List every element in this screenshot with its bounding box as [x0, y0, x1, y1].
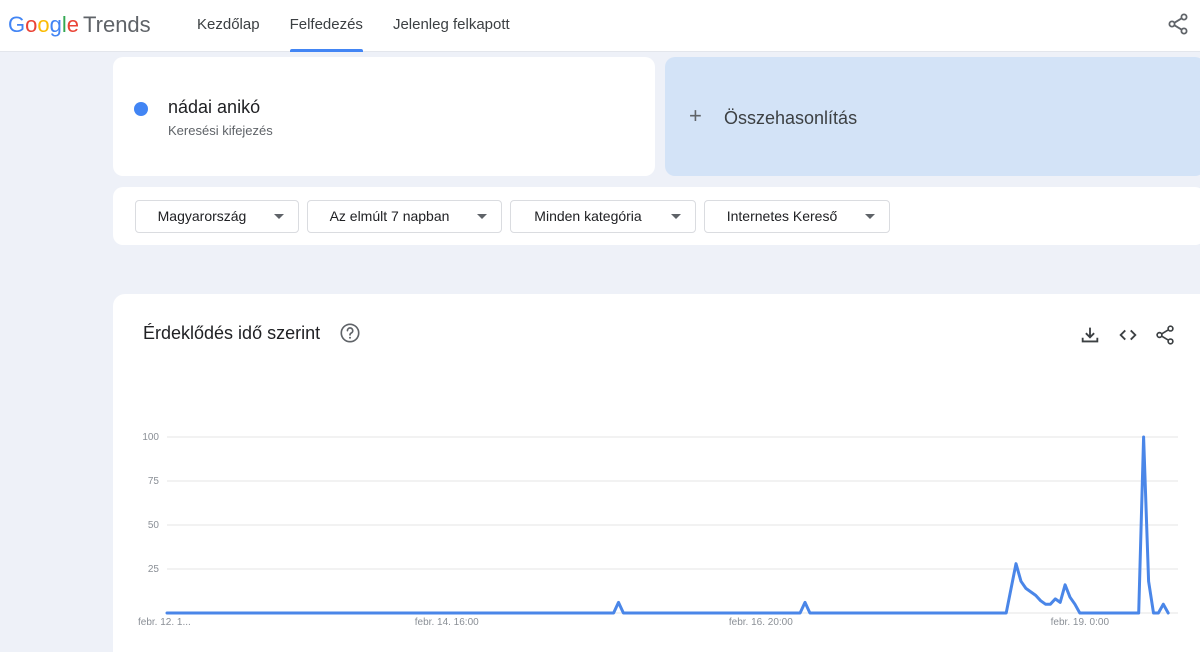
filter-bar: Magyarország Az elmúlt 7 napban Minden k…	[113, 187, 1200, 245]
y-tick-label: 100	[142, 432, 159, 443]
logo-letter: g	[49, 12, 62, 37]
search-type-filter-label: Internetes Kereső	[726, 208, 838, 224]
x-tick-label: febr. 14. 16:00	[415, 617, 479, 628]
category-filter-label: Minden kategória	[534, 208, 642, 224]
nav-tab-0[interactable]: Kezdőlap	[182, 0, 275, 52]
plus-icon: +	[689, 103, 702, 128]
top-app-bar: Google Trends Kezdőlap Felfedezés Jelenleg…	[0, 0, 1200, 52]
time-range-filter[interactable]: Az elmúlt 7 napban	[307, 200, 502, 233]
x-tick-label: febr. 12. 1...	[138, 617, 191, 628]
region-filter-label: Magyarország	[157, 208, 247, 224]
nav-tab-1[interactable]: Felfedezés	[275, 0, 378, 52]
logo-letter: o	[25, 12, 38, 37]
category-filter[interactable]: Minden kategória	[510, 200, 696, 233]
y-tick-label: 25	[148, 564, 160, 575]
logo-letter: o	[37, 12, 50, 37]
search-type-filter[interactable]: Internetes Kereső	[704, 200, 890, 233]
term-type: Keresési kifejezés	[168, 123, 273, 138]
search-term-card[interactable]: nádai anikó Keresési kifejezés	[113, 57, 655, 176]
interest-line-chart: 100 75 50 25 febr. 12. 1... febr. 14. 16:00 fe…	[138, 432, 1178, 628]
region-filter[interactable]: Magyarország	[135, 200, 299, 233]
caret-down-icon	[671, 214, 681, 219]
term-name[interactable]: nádai anikó	[168, 97, 260, 118]
logo-letter: G	[8, 12, 26, 37]
trends-wordmark: Trends	[83, 12, 151, 37]
caret-down-icon	[477, 214, 487, 219]
y-tick-label: 75	[148, 476, 160, 487]
share-icon[interactable]	[1166, 12, 1190, 36]
google-wordmark: Google	[8, 10, 79, 40]
caret-down-icon	[274, 214, 284, 219]
term-color-dot	[134, 102, 148, 116]
time-range-filter-label: Az elmúlt 7 napban	[329, 208, 450, 224]
main-nav: Kezdőlap Felfedezés Jelenleg felkapott	[182, 0, 525, 52]
x-tick-label: febr. 19. 0:00	[1051, 617, 1110, 628]
caret-down-icon	[865, 214, 875, 219]
google-trends-logo[interactable]: Google Trends	[8, 10, 151, 40]
logo-letter: e	[66, 12, 80, 37]
interest-over-time-card: Érdeklődés idő szerint 100 75 50 25 febr. 12…	[113, 294, 1200, 652]
x-tick-label: febr. 16. 20:00	[729, 617, 793, 628]
compare-label: Összehasonlítás	[724, 108, 858, 128]
nav-tab-2[interactable]: Jelenleg felkapott	[378, 0, 525, 52]
y-tick-label: 50	[148, 520, 160, 531]
compare-button[interactable]: + Összehasonlítás	[665, 57, 1200, 176]
